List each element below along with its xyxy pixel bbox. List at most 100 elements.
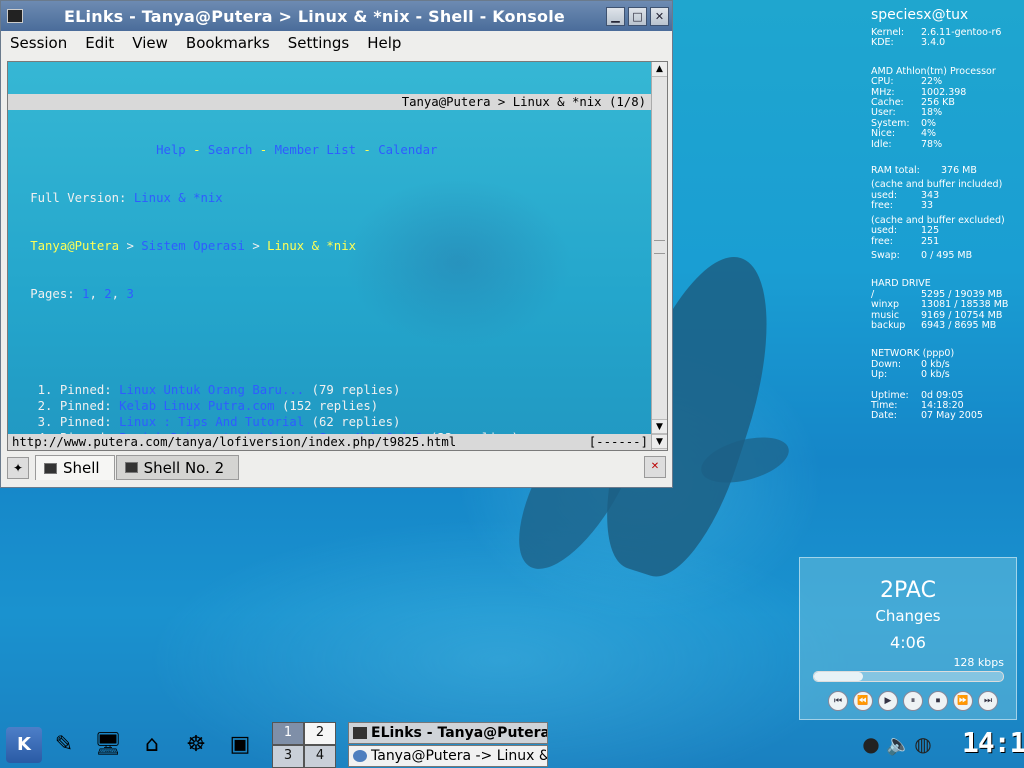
scroll-down-arrow-icon[interactable]: ▼ — [652, 434, 667, 449]
network-icon[interactable]: ◍ — [912, 726, 934, 762]
pages-label: Pages: — [30, 287, 75, 301]
topic-pinned-label: Pinned: — [59, 415, 112, 429]
menu-view[interactable]: View — [123, 34, 177, 52]
info-value: 07 May 2005 — [921, 410, 983, 422]
stop-icon[interactable]: ⏹ — [928, 691, 948, 711]
topic-row: 1. Pinned: Linux Untuk Orang Baru... (79… — [8, 382, 652, 398]
pages-row: Pages: 1, 2, 3 — [30, 287, 134, 301]
info-key: winxp — [871, 299, 900, 311]
info-key: backup — [871, 319, 906, 331]
breadcrumb-category[interactable]: Sistem Operasi — [141, 239, 245, 253]
page-link-3[interactable]: 3 — [126, 287, 133, 301]
topic-pinned-label: Pinned: — [59, 383, 112, 397]
window-titlebar[interactable]: ELinks - Tanya@Putera > Linux & *nix - S… — [1, 1, 672, 31]
task-list: ELinks - Tanya@Putera Tanya@Putera -> Li… — [348, 722, 548, 767]
topic-link[interactable]: Kelab Linux Putra.com — [119, 399, 274, 413]
full-version-link[interactable]: Linux & *nix — [134, 191, 223, 205]
rewind-icon[interactable]: ⏪ — [853, 691, 873, 711]
close-session-icon[interactable]: ✕ — [644, 456, 666, 478]
breadcrumb-sep: > — [126, 239, 134, 253]
terminal-frame: Tanya@Putera > Linux & *nix (1/8) Help -… — [7, 61, 668, 451]
topic-row: 2. Pinned: Kelab Linux Putra.com (152 re… — [8, 398, 652, 414]
desktop-4[interactable]: 4 — [304, 745, 336, 768]
info-row: winxp 13081 / 18538 MB — [871, 299, 1021, 311]
tab-shell[interactable]: Shell — [35, 455, 115, 480]
track-progress-slider[interactable] — [813, 671, 1004, 682]
bomb-icon[interactable]: ● — [860, 726, 882, 762]
menu-help[interactable]: Help — [358, 34, 410, 52]
nav-search-link[interactable]: Search — [208, 143, 252, 157]
info-value: 125 — [921, 225, 940, 237]
nav-help-link[interactable]: Help — [156, 143, 186, 157]
desktop-2[interactable]: 2 — [304, 722, 336, 745]
konsole-icon[interactable] — [7, 9, 23, 23]
info-key: RAM total: — [871, 165, 920, 177]
menu-bookmarks[interactable]: Bookmarks — [177, 34, 279, 52]
status-url: http://www.putera.com/tanya/lofiversion/… — [12, 435, 457, 449]
scroll-down-arrow-icon[interactable]: ▼ — [652, 419, 667, 434]
topic-replies: (62 replies) — [311, 415, 401, 429]
terminal-launcher-icon[interactable]: ▣ — [222, 727, 258, 763]
first-track-icon[interactable]: ⏮ — [828, 691, 848, 711]
terminal-scrollbar[interactable]: ▲ ▼ ▼ — [651, 62, 667, 450]
scrollbar-grip[interactable] — [654, 240, 665, 254]
info-value: 13081 / 18538 MB — [921, 299, 1009, 311]
breadcrumb-home[interactable]: Tanya@Putera — [30, 239, 119, 253]
page-link-1[interactable]: 1 — [82, 287, 89, 301]
track-progress-fill — [814, 672, 864, 681]
page-link-2[interactable]: 2 — [104, 287, 111, 301]
kate-editor-icon[interactable]: ✎ — [46, 727, 82, 763]
minimize-button[interactable]: ▁ — [606, 6, 625, 26]
task-konsole[interactable]: ELinks - Tanya@Putera — [348, 722, 548, 744]
home-folder-icon[interactable]: ⌂ — [134, 727, 170, 763]
konqueror-browser-icon[interactable]: ☸ — [178, 727, 214, 763]
track-bitrate: 128 kbps — [953, 656, 1004, 669]
cpu-info: CPU: 22% MHz: 1002.398 Cache: 256 KB User: 18% S… — [871, 76, 1021, 150]
info-value: 251 — [921, 235, 940, 247]
kmenu-button[interactable]: K — [6, 727, 42, 763]
tab-shell-2[interactable]: Shell No. 2 — [115, 455, 240, 480]
track-title: Changes — [875, 607, 941, 625]
ram-excluded: used: 125 free: 251 — [871, 225, 1021, 247]
hostname: speciesx@tux — [871, 7, 969, 23]
scroll-up-arrow-icon[interactable]: ▲ — [652, 62, 667, 77]
info-value: 0 kb/s — [921, 369, 950, 381]
menu-edit[interactable]: Edit — [76, 34, 123, 52]
topic-link[interactable]: Linux : Tips And Tutorial — [119, 415, 304, 429]
topic-row: 3. Pinned: Linux : Tips And Tutorial (62… — [8, 414, 652, 430]
sysinfo-widget: speciesx@tux Kernel: 2.6.11-gentoo-r6 KDE… — [871, 6, 1021, 422]
info-row: Up: 0 kb/s — [871, 369, 1021, 381]
breadcrumb-sep: > — [252, 239, 260, 253]
desktop-3[interactable]: 3 — [272, 745, 304, 768]
new-session-icon[interactable]: ✦ — [7, 456, 29, 479]
fast-forward-icon[interactable]: ⏩ — [953, 691, 973, 711]
info-row: used: 125 — [871, 225, 1021, 237]
taskbar-clock[interactable]: 14:18 — [962, 726, 1024, 759]
topic-pinned-label: Pinned: — [59, 399, 112, 413]
volume-icon[interactable]: 🔈 — [886, 726, 911, 762]
info-value: 78% — [921, 138, 943, 150]
computer-icon[interactable]: 🖥 — [90, 727, 126, 763]
globe-icon — [353, 750, 367, 762]
menubar: Session Edit View Bookmarks Settings Hel… — [1, 31, 672, 55]
nav-members-link[interactable]: Member List — [275, 143, 356, 157]
pause-icon[interactable]: ⏸ — [903, 691, 923, 711]
topic-link[interactable]: Linux Untuk Orang Baru... — [119, 383, 304, 397]
info-key: Idle: — [871, 138, 892, 150]
terminal-view[interactable]: Tanya@Putera > Linux & *nix (1/8) Help -… — [8, 62, 652, 450]
terminal-icon — [353, 727, 367, 739]
last-track-icon[interactable]: ⏭ — [978, 691, 998, 711]
topic-number: 3. — [37, 415, 53, 429]
maximize-button[interactable]: □ — [628, 6, 647, 26]
menu-session[interactable]: Session — [1, 34, 76, 52]
info-key: Up: — [871, 369, 888, 381]
nav-calendar-link[interactable]: Calendar — [378, 143, 437, 157]
task-browser[interactable]: Tanya@Putera -> Linux & — [348, 745, 548, 767]
info-value: 6943 / 8695 MB — [921, 319, 997, 331]
menu-settings[interactable]: Settings — [279, 34, 359, 52]
full-version-row: Full Version: Linux & *nix — [8, 190, 652, 206]
window-title: ELinks - Tanya@Putera > Linux & *nix - S… — [64, 6, 565, 26]
close-button[interactable]: ✕ — [650, 6, 669, 26]
desktop-1[interactable]: 1 — [272, 722, 304, 745]
play-icon[interactable]: ▶ — [878, 691, 898, 711]
